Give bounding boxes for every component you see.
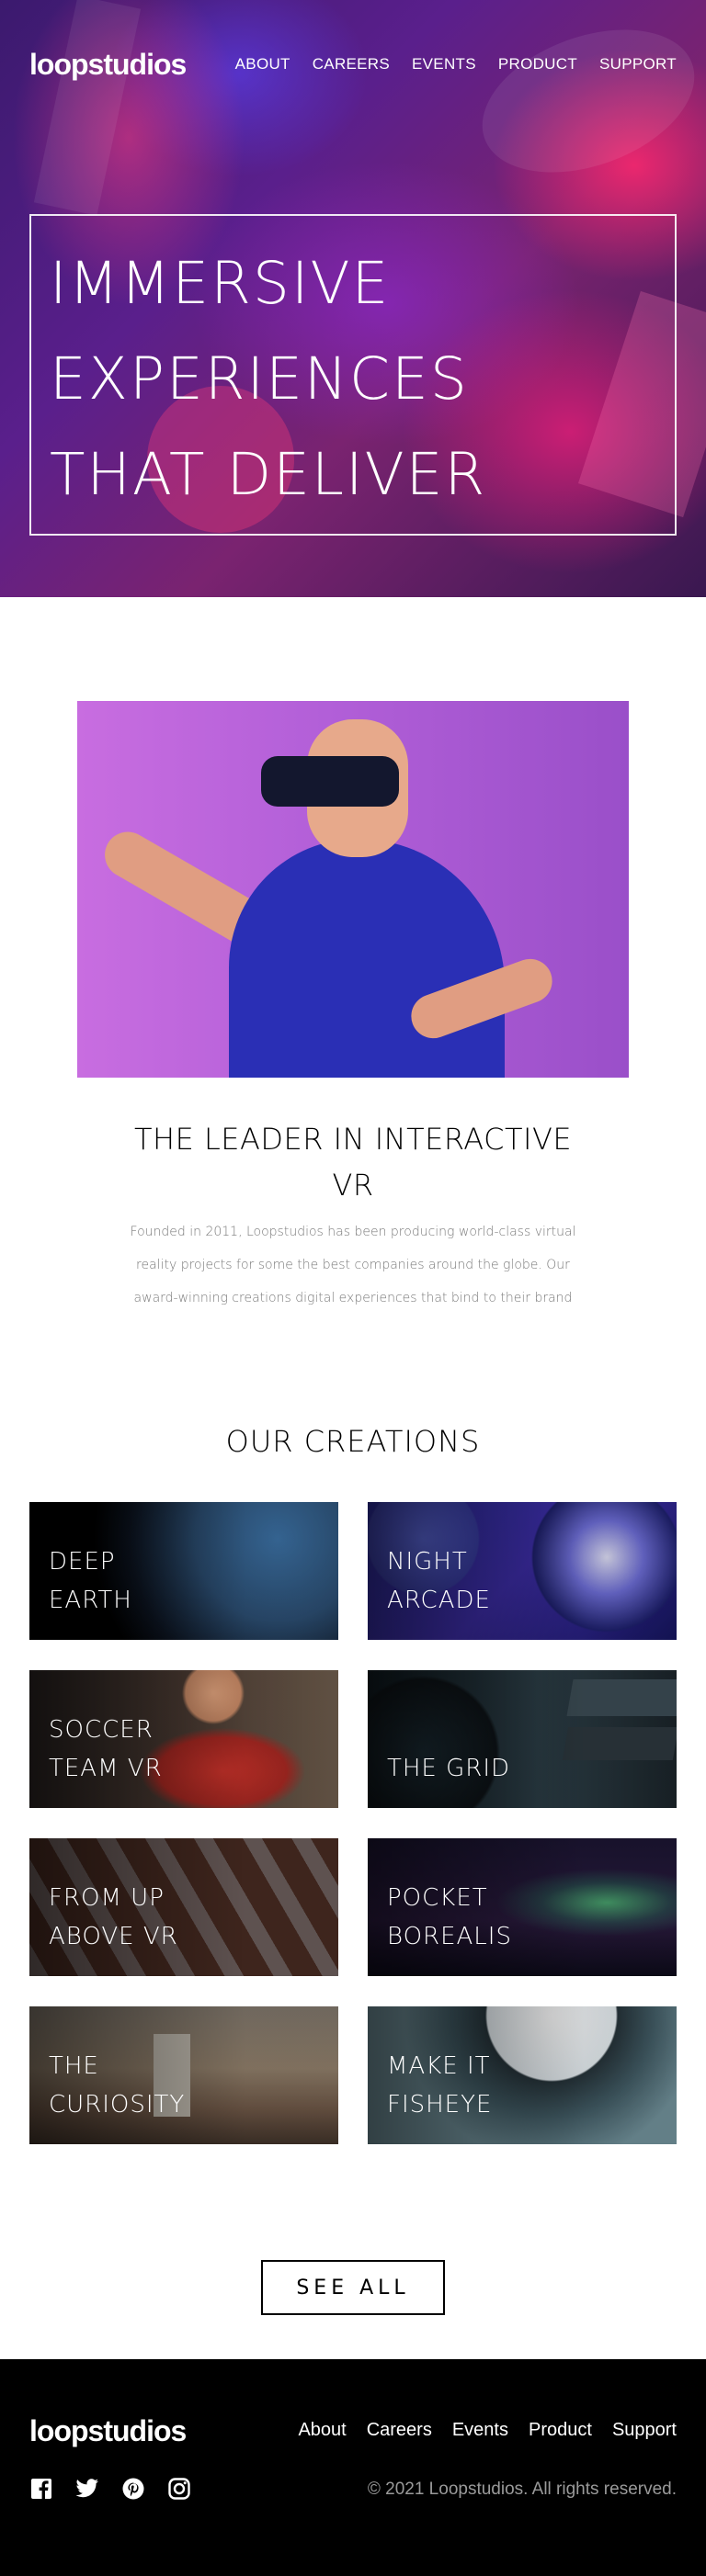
social-links: [29, 2477, 191, 2501]
creations-title: OUR CREATIONS: [225, 1424, 481, 1459]
creation-card-label: NIGHT ARCADE: [387, 1548, 491, 1614]
creation-card-the-grid[interactable]: THE GRID: [368, 1670, 677, 1808]
footer-link-events[interactable]: Events: [452, 2420, 508, 2441]
creation-card-make-it-fisheye[interactable]: MAKE IT FISHEYE: [368, 2006, 677, 2144]
creation-card-label: THE CURIOSITY: [49, 2052, 186, 2118]
intro-title: THE LEADER IN INTERACTIVE VR: [133, 1122, 573, 1203]
footer-link-support[interactable]: Support: [612, 2420, 677, 2441]
instagram-icon[interactable]: [167, 2477, 191, 2501]
creation-card-label: FROM UP ABOVE VR: [49, 1884, 178, 1950]
creation-card-pocket-borealis[interactable]: POCKET BOREALIS: [368, 1838, 677, 1976]
intro-vr-image: [77, 701, 629, 1078]
hero-title-box: IMMERSIVE EXPERIENCES THAT DELIVER: [29, 214, 677, 536]
hero-background-shape: [33, 0, 142, 216]
creation-card-label: SOCCER TEAM VR: [49, 1716, 163, 1782]
nav-link-about[interactable]: ABOUT: [235, 55, 290, 73]
twitter-icon[interactable]: [75, 2477, 99, 2501]
creation-card-label: DEEP EARTH: [49, 1548, 132, 1614]
creation-card-from-up-above-vr[interactable]: FROM UP ABOVE VR: [29, 1838, 338, 1976]
creation-card-label: MAKE IT FISHEYE: [387, 2052, 493, 2118]
pinterest-icon[interactable]: [121, 2477, 145, 2501]
hero-background-shape: [462, 3, 706, 199]
footer-link-product[interactable]: Product: [529, 2420, 592, 2441]
footer-link-careers[interactable]: Careers: [367, 2420, 432, 2441]
footer-link-about[interactable]: About: [298, 2420, 346, 2441]
see-all-button[interactable]: SEE ALL: [261, 2260, 445, 2315]
hero-title-line: IMMERSIVE: [50, 250, 391, 317]
hero-title-line: THAT DELIVER: [50, 441, 487, 508]
creation-card-soccer-team-vr[interactable]: SOCCER TEAM VR: [29, 1670, 338, 1808]
vr-headset-shape: [261, 756, 399, 807]
nav-link-events[interactable]: EVENTS: [412, 55, 476, 73]
facebook-icon[interactable]: [29, 2477, 53, 2501]
hero-title-line: EXPERIENCES: [50, 345, 469, 412]
creation-card-label: THE GRID: [387, 1755, 511, 1782]
nav-link-careers[interactable]: CAREERS: [313, 55, 390, 73]
site-footer: loopstudios About Careers Events Product…: [0, 2359, 706, 2576]
creation-card-label: POCKET BOREALIS: [387, 1884, 512, 1950]
image-sign-shape: [566, 1679, 677, 1716]
nav-link-support[interactable]: SUPPORT: [599, 55, 677, 73]
nav-link-product[interactable]: PRODUCT: [498, 55, 577, 73]
creation-card-deep-earth[interactable]: DEEP EARTH: [29, 1502, 338, 1640]
creations-grid: DEEP EARTH NIGHT ARCADE SOCCER TEAM VR T…: [29, 1502, 677, 2144]
header-logo[interactable]: loopstudios: [29, 48, 187, 82]
image-person-shape: [229, 839, 505, 1078]
main-nav: ABOUT CAREERS EVENTS PRODUCT SUPPORT: [235, 55, 677, 73]
intro-text: Founded in 2011, Loopstudios has been pr…: [130, 1225, 576, 1305]
site-header: loopstudios ABOUT CAREERS EVENTS PRODUCT…: [29, 46, 677, 83]
creation-card-night-arcade[interactable]: NIGHT ARCADE: [368, 1502, 677, 1640]
footer-nav: About Careers Events Product Support: [298, 2420, 677, 2441]
hero-section: loopstudios ABOUT CAREERS EVENTS PRODUCT…: [0, 0, 706, 597]
image-sign-shape: [562, 1727, 677, 1760]
copyright-text: © 2021 Loopstudios. All rights reserved.: [367, 2480, 677, 2499]
creation-card-the-curiosity[interactable]: THE CURIOSITY: [29, 2006, 338, 2144]
footer-logo[interactable]: loopstudios: [29, 2414, 187, 2448]
